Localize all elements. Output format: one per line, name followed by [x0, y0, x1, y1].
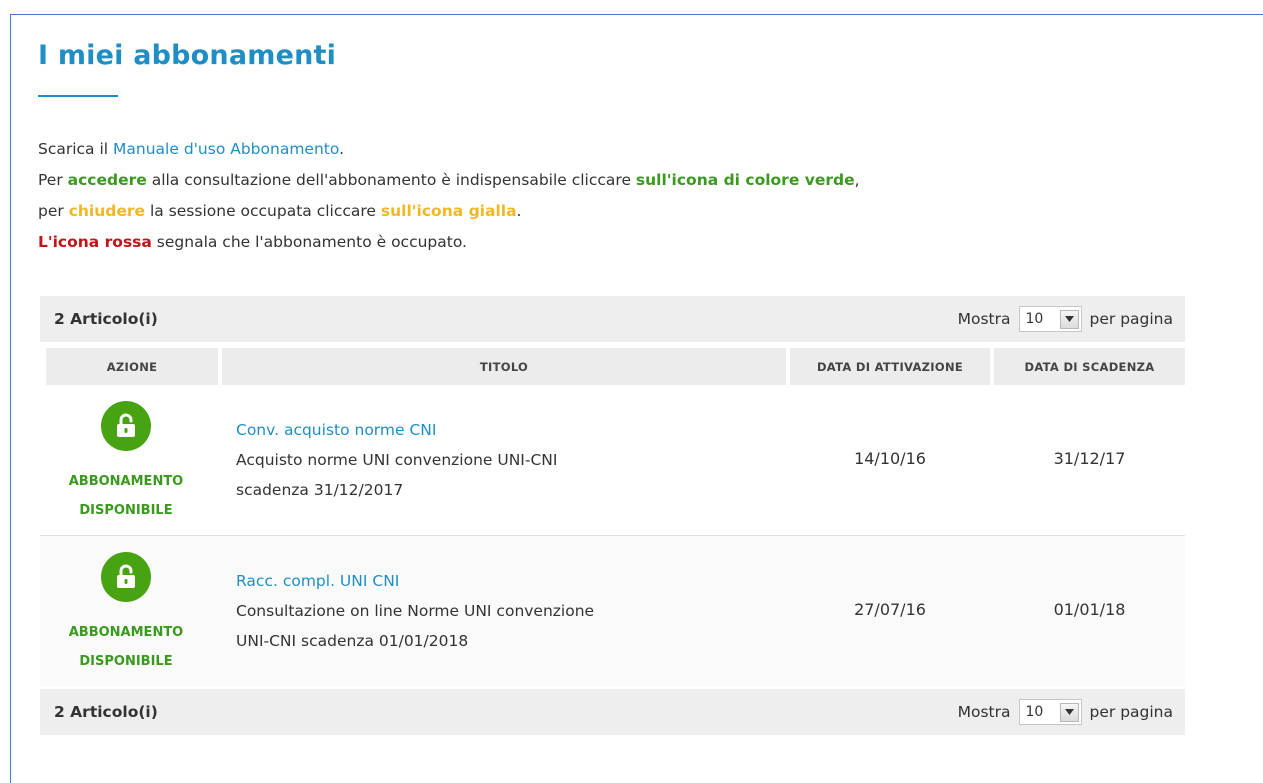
subscription-title-link[interactable]: Conv. acquisto norme CNI: [236, 415, 776, 445]
per-page-value: 10: [1025, 704, 1044, 720]
activation-date: 27/07/16: [854, 600, 926, 619]
per-page-label: per pagina: [1089, 703, 1173, 721]
description-line: UNI-CNI scadenza 01/01/2018: [236, 632, 469, 650]
show-label: Mostra: [957, 703, 1011, 721]
pager-bar-top: 2 Articolo(i) Mostra 10 per pagina: [40, 296, 1185, 342]
activation-date: 14/10/16: [854, 449, 926, 468]
pager-bar-bottom: 2 Articolo(i) Mostra 10 per pagina: [40, 689, 1185, 735]
intro-text-span: .: [516, 202, 522, 220]
description-line: Acquisto norme UNI convenzione UNI-CNI: [236, 451, 558, 469]
item-count: 2 Articolo(i): [54, 310, 158, 328]
intro-line-3: per chiudere la sessione occupata clicca…: [38, 196, 860, 227]
status-line: ABBONAMENTO: [68, 474, 184, 489]
unlock-icon[interactable]: [101, 552, 151, 602]
action-cell: ABBONAMENTO DISPONIBILE: [40, 536, 220, 686]
title-cell: Racc. compl. UNI CNI Consultazione on li…: [236, 566, 776, 656]
table-row: ABBONAMENTO DISPONIBILE Conv. acquisto n…: [40, 385, 1185, 535]
per-page-value: 10: [1025, 311, 1044, 327]
action-cell: ABBONAMENTO DISPONIBILE: [40, 385, 220, 535]
subscription-description: Acquisto norme UNI convenzione UNI-CNI s…: [236, 445, 776, 505]
header-azione: AZIONE: [46, 348, 218, 385]
chiudere-highlight: chiudere: [68, 202, 146, 220]
intro-text: Scarica il Manuale d'uso Abbonamento. Pe…: [38, 134, 860, 258]
status-label: ABBONAMENTO DISPONIBILE: [40, 467, 212, 525]
header-titolo: TITOLO: [222, 348, 786, 385]
green-icon-highlight: sull'icona di colore verde: [635, 171, 855, 189]
accedere-highlight: accedere: [67, 171, 147, 189]
yellow-icon-highlight: sull'icona gialla: [380, 202, 517, 220]
title-cell: Conv. acquisto norme CNI Acquisto norme …: [236, 415, 776, 505]
intro-line-2: Per accedere alla consultazione dell'abb…: [38, 165, 860, 196]
table-header: AZIONE TITOLO DATA DI ATTIVAZIONE DATA D…: [40, 343, 1185, 385]
status-label: ABBONAMENTO DISPONIBILE: [40, 618, 212, 676]
chevron-down-icon[interactable]: [1059, 702, 1079, 722]
status-line: DISPONIBILE: [79, 503, 173, 518]
per-page-control: Mostra 10 per pagina: [958, 699, 1173, 725]
intro-text-span: Per: [38, 171, 68, 189]
intro-line-4: L'icona rossa segnala che l'abbonamento …: [38, 227, 860, 258]
header-data-attivazione: DATA DI ATTIVAZIONE: [790, 348, 990, 385]
subscription-description: Consultazione on line Norme UNI convenzi…: [236, 596, 776, 656]
intro-text-span: per: [38, 202, 69, 220]
page-title: I miei abbonamenti: [38, 40, 337, 71]
per-page-label: per pagina: [1089, 310, 1173, 328]
unlock-icon[interactable]: [101, 401, 151, 451]
manual-link[interactable]: Manuale d'uso Abbonamento: [113, 140, 339, 158]
header-data-scadenza: DATA DI SCADENZA: [994, 348, 1185, 385]
expiry-date: 31/12/17: [1053, 449, 1126, 468]
intro-text-span: la sessione occupata cliccare: [145, 202, 381, 220]
subscription-title-link[interactable]: Racc. compl. UNI CNI: [236, 566, 776, 596]
per-page-control: Mostra 10 per pagina: [958, 306, 1173, 332]
show-label: Mostra: [957, 310, 1011, 328]
intro-text-span: Scarica il: [38, 140, 114, 158]
status-line: ABBONAMENTO: [68, 625, 184, 640]
intro-text-span: ,: [854, 171, 860, 189]
intro-line-1: Scarica il Manuale d'uso Abbonamento.: [38, 134, 860, 165]
table-row: ABBONAMENTO DISPONIBILE Racc. compl. UNI…: [40, 536, 1185, 686]
red-icon-highlight: L'icona rossa: [38, 233, 152, 251]
description-line: scadenza 31/12/2017: [236, 481, 404, 499]
expiry-date: 01/01/18: [1053, 600, 1126, 619]
description-line: Consultazione on line Norme UNI convenzi…: [236, 602, 595, 620]
intro-text-span: alla consultazione dell'abbonamento è in…: [146, 171, 636, 189]
item-count: 2 Articolo(i): [54, 703, 158, 721]
intro-text-span: segnala che l'abbonamento è occupato.: [151, 233, 467, 251]
title-underline: [38, 95, 118, 97]
status-line: DISPONIBILE: [79, 654, 173, 669]
intro-text-span: .: [339, 140, 344, 158]
chevron-down-icon[interactable]: [1059, 309, 1079, 329]
per-page-select[interactable]: 10: [1018, 306, 1082, 332]
per-page-select[interactable]: 10: [1018, 699, 1082, 725]
